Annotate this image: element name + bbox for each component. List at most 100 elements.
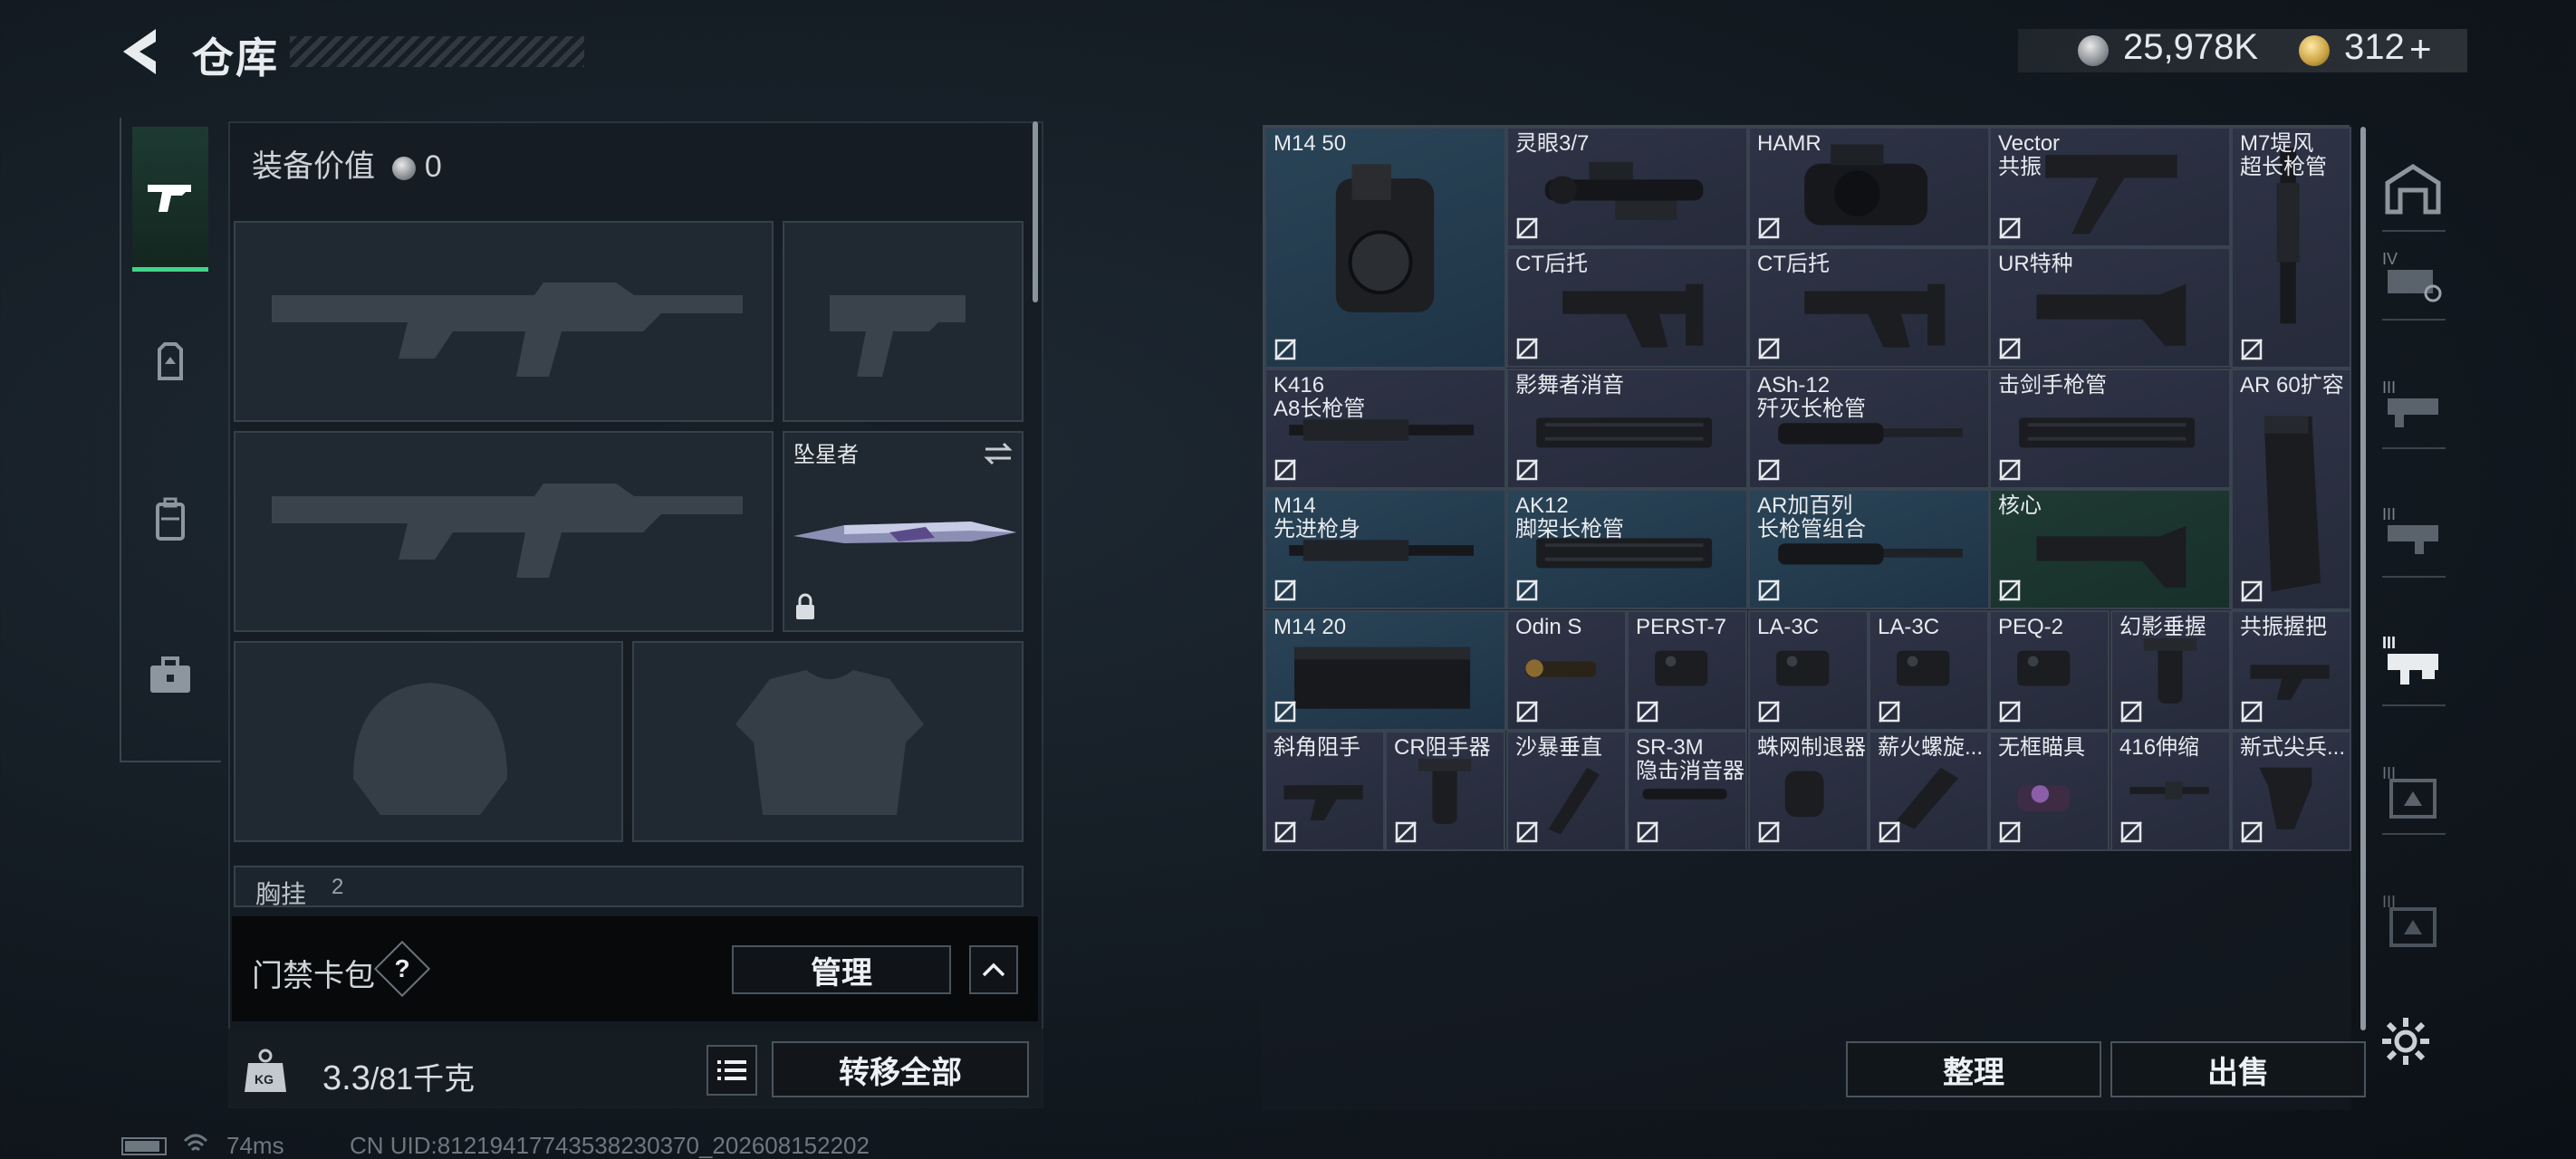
inventory-item[interactable]: 沙暴垂直 <box>1506 731 1627 851</box>
chest-rig-count: 2 <box>332 875 344 899</box>
body-armor-slot[interactable] <box>632 641 1024 842</box>
inventory-item[interactable]: 灵眼3/7 <box>1506 127 1748 247</box>
inventory-item[interactable]: M14 20 <box>1264 610 1506 731</box>
primary-weapon-slot[interactable] <box>234 221 774 422</box>
inventory-item[interactable]: LA-3C <box>1869 610 1989 731</box>
inventory-item[interactable]: LA-3C <box>1748 610 1869 731</box>
wifi-icon <box>183 1132 208 1159</box>
inventory-item[interactable]: ASh-12 歼灭长枪管 <box>1748 369 1990 489</box>
list-view-button[interactable] <box>706 1045 757 1096</box>
tab-backpack[interactable] <box>132 447 208 592</box>
sidearm-slot[interactable] <box>783 221 1024 422</box>
inventory-item[interactable]: 核心 <box>1989 489 2231 609</box>
inventory-item[interactable]: HAMR <box>1748 127 1990 247</box>
settings-gear-icon[interactable] <box>2379 1014 2447 1083</box>
inventory-item[interactable]: 新式尖兵... <box>2231 731 2351 851</box>
inventory-item[interactable]: PERST-7 <box>1627 610 1747 731</box>
tab-toolbox[interactable] <box>132 603 208 748</box>
inventory-item[interactable]: Odin S <box>1506 610 1627 731</box>
back-button[interactable] <box>116 25 167 78</box>
add-gold-button[interactable]: + <box>2409 27 2432 71</box>
battery-icon <box>121 1137 167 1155</box>
chevron-up-icon <box>982 963 1005 977</box>
inventory-item[interactable]: 共振握把 <box>2231 610 2351 731</box>
untradeable-icon <box>1879 821 1900 843</box>
melee-slot[interactable]: 坠星者 <box>783 431 1024 632</box>
item-name: CT后托 <box>1515 252 1588 276</box>
inventory-item[interactable]: Vector 共振 <box>1989 127 2231 247</box>
swap-icon[interactable] <box>982 440 1014 467</box>
category-tier-iii-a-icon[interactable]: III <box>2379 373 2447 442</box>
inventory-item[interactable]: M14 先进枪身 <box>1264 489 1506 609</box>
item-name: LA-3C <box>1757 615 1820 639</box>
inventory-item[interactable]: CT后托 <box>1748 247 1990 368</box>
item-name: M14 50 <box>1274 131 1347 156</box>
item-name: LA-3C <box>1878 615 1940 639</box>
list-icon <box>717 1060 746 1080</box>
uid-readout: CN UID:81219417743538230370_202608152202 <box>350 1132 870 1159</box>
chest-rig-label: 胸挂 <box>255 880 307 908</box>
inventory-item[interactable]: AR 60扩容 <box>2231 369 2351 610</box>
item-name: 薪火螺旋... <box>1878 735 1984 760</box>
helmet-slot[interactable] <box>234 641 623 842</box>
category-tier-iii-b-icon[interactable]: III <box>2379 500 2447 569</box>
inventory-item[interactable]: CT后托 <box>1506 247 1748 368</box>
category-tier-iii-c-icon[interactable]: III <box>2379 759 2447 828</box>
silver-amount: 25,978K <box>2123 27 2259 67</box>
chest-rig-row[interactable]: 胸挂 2 <box>234 866 1024 908</box>
item-name: 斜角阻手 <box>1274 735 1360 760</box>
inventory-item[interactable]: 蛛网制退器 <box>1748 731 1869 851</box>
untradeable-icon <box>1395 821 1417 843</box>
sort-button[interactable]: 整理 <box>1846 1041 2101 1097</box>
inventory-item[interactable]: 影舞者消音 <box>1506 369 1748 489</box>
tab-helmet[interactable] <box>132 290 208 435</box>
inventory-item[interactable]: 斜角阻手 <box>1264 731 1385 851</box>
inventory-item[interactable]: CR阻手器 <box>1385 731 1505 851</box>
equipment-scrollbar[interactable] <box>1033 121 1038 302</box>
inventory-item[interactable]: M7堤风 超长枪管 <box>2231 127 2351 369</box>
inventory-item[interactable]: UR特种 <box>1989 247 2231 368</box>
expand-up-button[interactable] <box>969 945 1018 994</box>
category-tier-ii-icon[interactable]: III <box>2379 887 2447 956</box>
inventory-item[interactable]: 416伸缩 <box>2110 731 2231 851</box>
untradeable-icon <box>1758 580 1780 601</box>
inventory-item[interactable]: 幻影垂握 <box>2110 610 2231 731</box>
item-name: 幻影垂握 <box>2119 615 2206 639</box>
inventory-item[interactable]: AR加百列 长枪管组合 <box>1748 489 1990 609</box>
transfer-all-button[interactable]: 转移全部 <box>772 1041 1029 1097</box>
inventory-item[interactable]: SR-3M 隐击消音器 <box>1627 731 1747 851</box>
secondary-weapon-slot[interactable] <box>234 431 774 632</box>
category-all-icon[interactable] <box>2379 156 2447 225</box>
item-name: AK12 脚架长枪管 <box>1515 493 1624 541</box>
manage-button[interactable]: 管理 <box>732 945 951 994</box>
tab-weapons[interactable] <box>132 127 208 272</box>
inventory-item[interactable]: 薪火螺旋... <box>1869 731 1989 851</box>
category-tier-iv-icon[interactable]: IV <box>2379 244 2447 313</box>
helmet-silhouette-icon <box>353 683 507 815</box>
item-name: AR加百列 长枪管组合 <box>1757 493 1866 541</box>
item-name: HAMR <box>1757 131 1821 156</box>
untradeable-icon <box>1516 217 1538 239</box>
untradeable-icon <box>1274 580 1296 601</box>
item-name: ASh-12 歼灭长枪管 <box>1757 373 1866 421</box>
inventory-item[interactable]: M14 50 <box>1264 127 1506 369</box>
inventory-item[interactable]: AK12 脚架长枪管 <box>1506 489 1748 609</box>
inventory-item[interactable]: 击剑手枪管 <box>1989 369 2231 489</box>
lock-icon <box>796 593 814 619</box>
weight-capacity: /81千克 <box>370 1062 476 1097</box>
untradeable-icon <box>1999 338 2021 359</box>
item-name: K416 A8长枪管 <box>1274 373 1366 421</box>
inventory-item[interactable]: PEQ-2 <box>1989 610 2110 731</box>
weight-kg-icon: KG <box>241 1047 290 1096</box>
item-name: SR-3M 隐击消音器 <box>1636 735 1745 783</box>
untradeable-icon <box>1274 459 1296 481</box>
item-name: Odin S <box>1515 615 1582 639</box>
sell-button[interactable]: 出售 <box>2110 1041 2366 1097</box>
category-attachments-icon[interactable]: III <box>2379 628 2447 697</box>
inventory-scrollbar[interactable] <box>2360 127 2366 1030</box>
untradeable-icon <box>1758 701 1780 723</box>
untradeable-icon <box>1274 701 1296 723</box>
inventory-item[interactable]: K416 A8长枪管 <box>1264 369 1506 489</box>
gold-coin-icon <box>2299 35 2330 66</box>
inventory-item[interactable]: 无框瞄具 <box>1989 731 2110 851</box>
